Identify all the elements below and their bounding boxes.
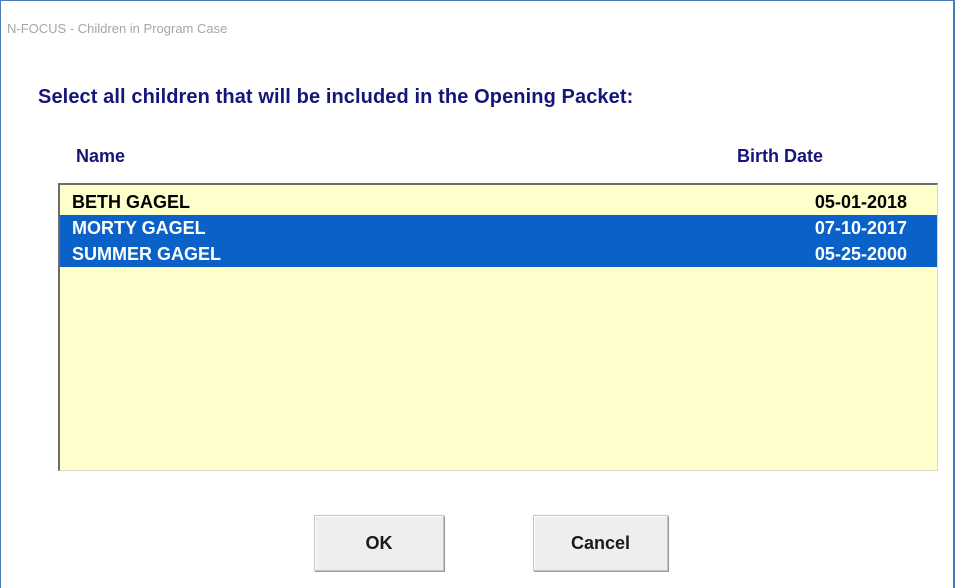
children-listbox[interactable]: BETH GAGEL 05-01-2018 MORTY GAGEL 07-10-… — [58, 183, 938, 471]
list-item-beth-gagel[interactable]: BETH GAGEL 05-01-2018 — [60, 189, 937, 215]
child-name: BETH GAGEL — [72, 192, 191, 212]
child-birth-date: 05-01-2018 — [814, 192, 907, 212]
child-birth-date: 07-10-2017 — [814, 218, 907, 238]
instruction-text: Select all children that will be include… — [38, 86, 634, 108]
column-header-birth-date: Birth Date — [737, 146, 824, 166]
list-item-summer-gagel[interactable]: SUMMER GAGEL 05-25-2000 — [60, 241, 937, 267]
column-header-name: Name — [76, 146, 126, 166]
ok-button[interactable]: OK — [314, 515, 444, 571]
child-name: SUMMER GAGEL — [72, 244, 222, 264]
child-name: MORTY GAGEL — [72, 218, 206, 238]
list-item-morty-gagel[interactable]: MORTY GAGEL 07-10-2017 — [60, 215, 937, 241]
window-title: N-FOCUS - Children in Program Case — [7, 21, 228, 36]
children-in-program-dialog: N-FOCUS - Children in Program Case Selec… — [0, 0, 955, 588]
cancel-button[interactable]: Cancel — [533, 515, 668, 571]
child-birth-date: 05-25-2000 — [814, 244, 907, 264]
